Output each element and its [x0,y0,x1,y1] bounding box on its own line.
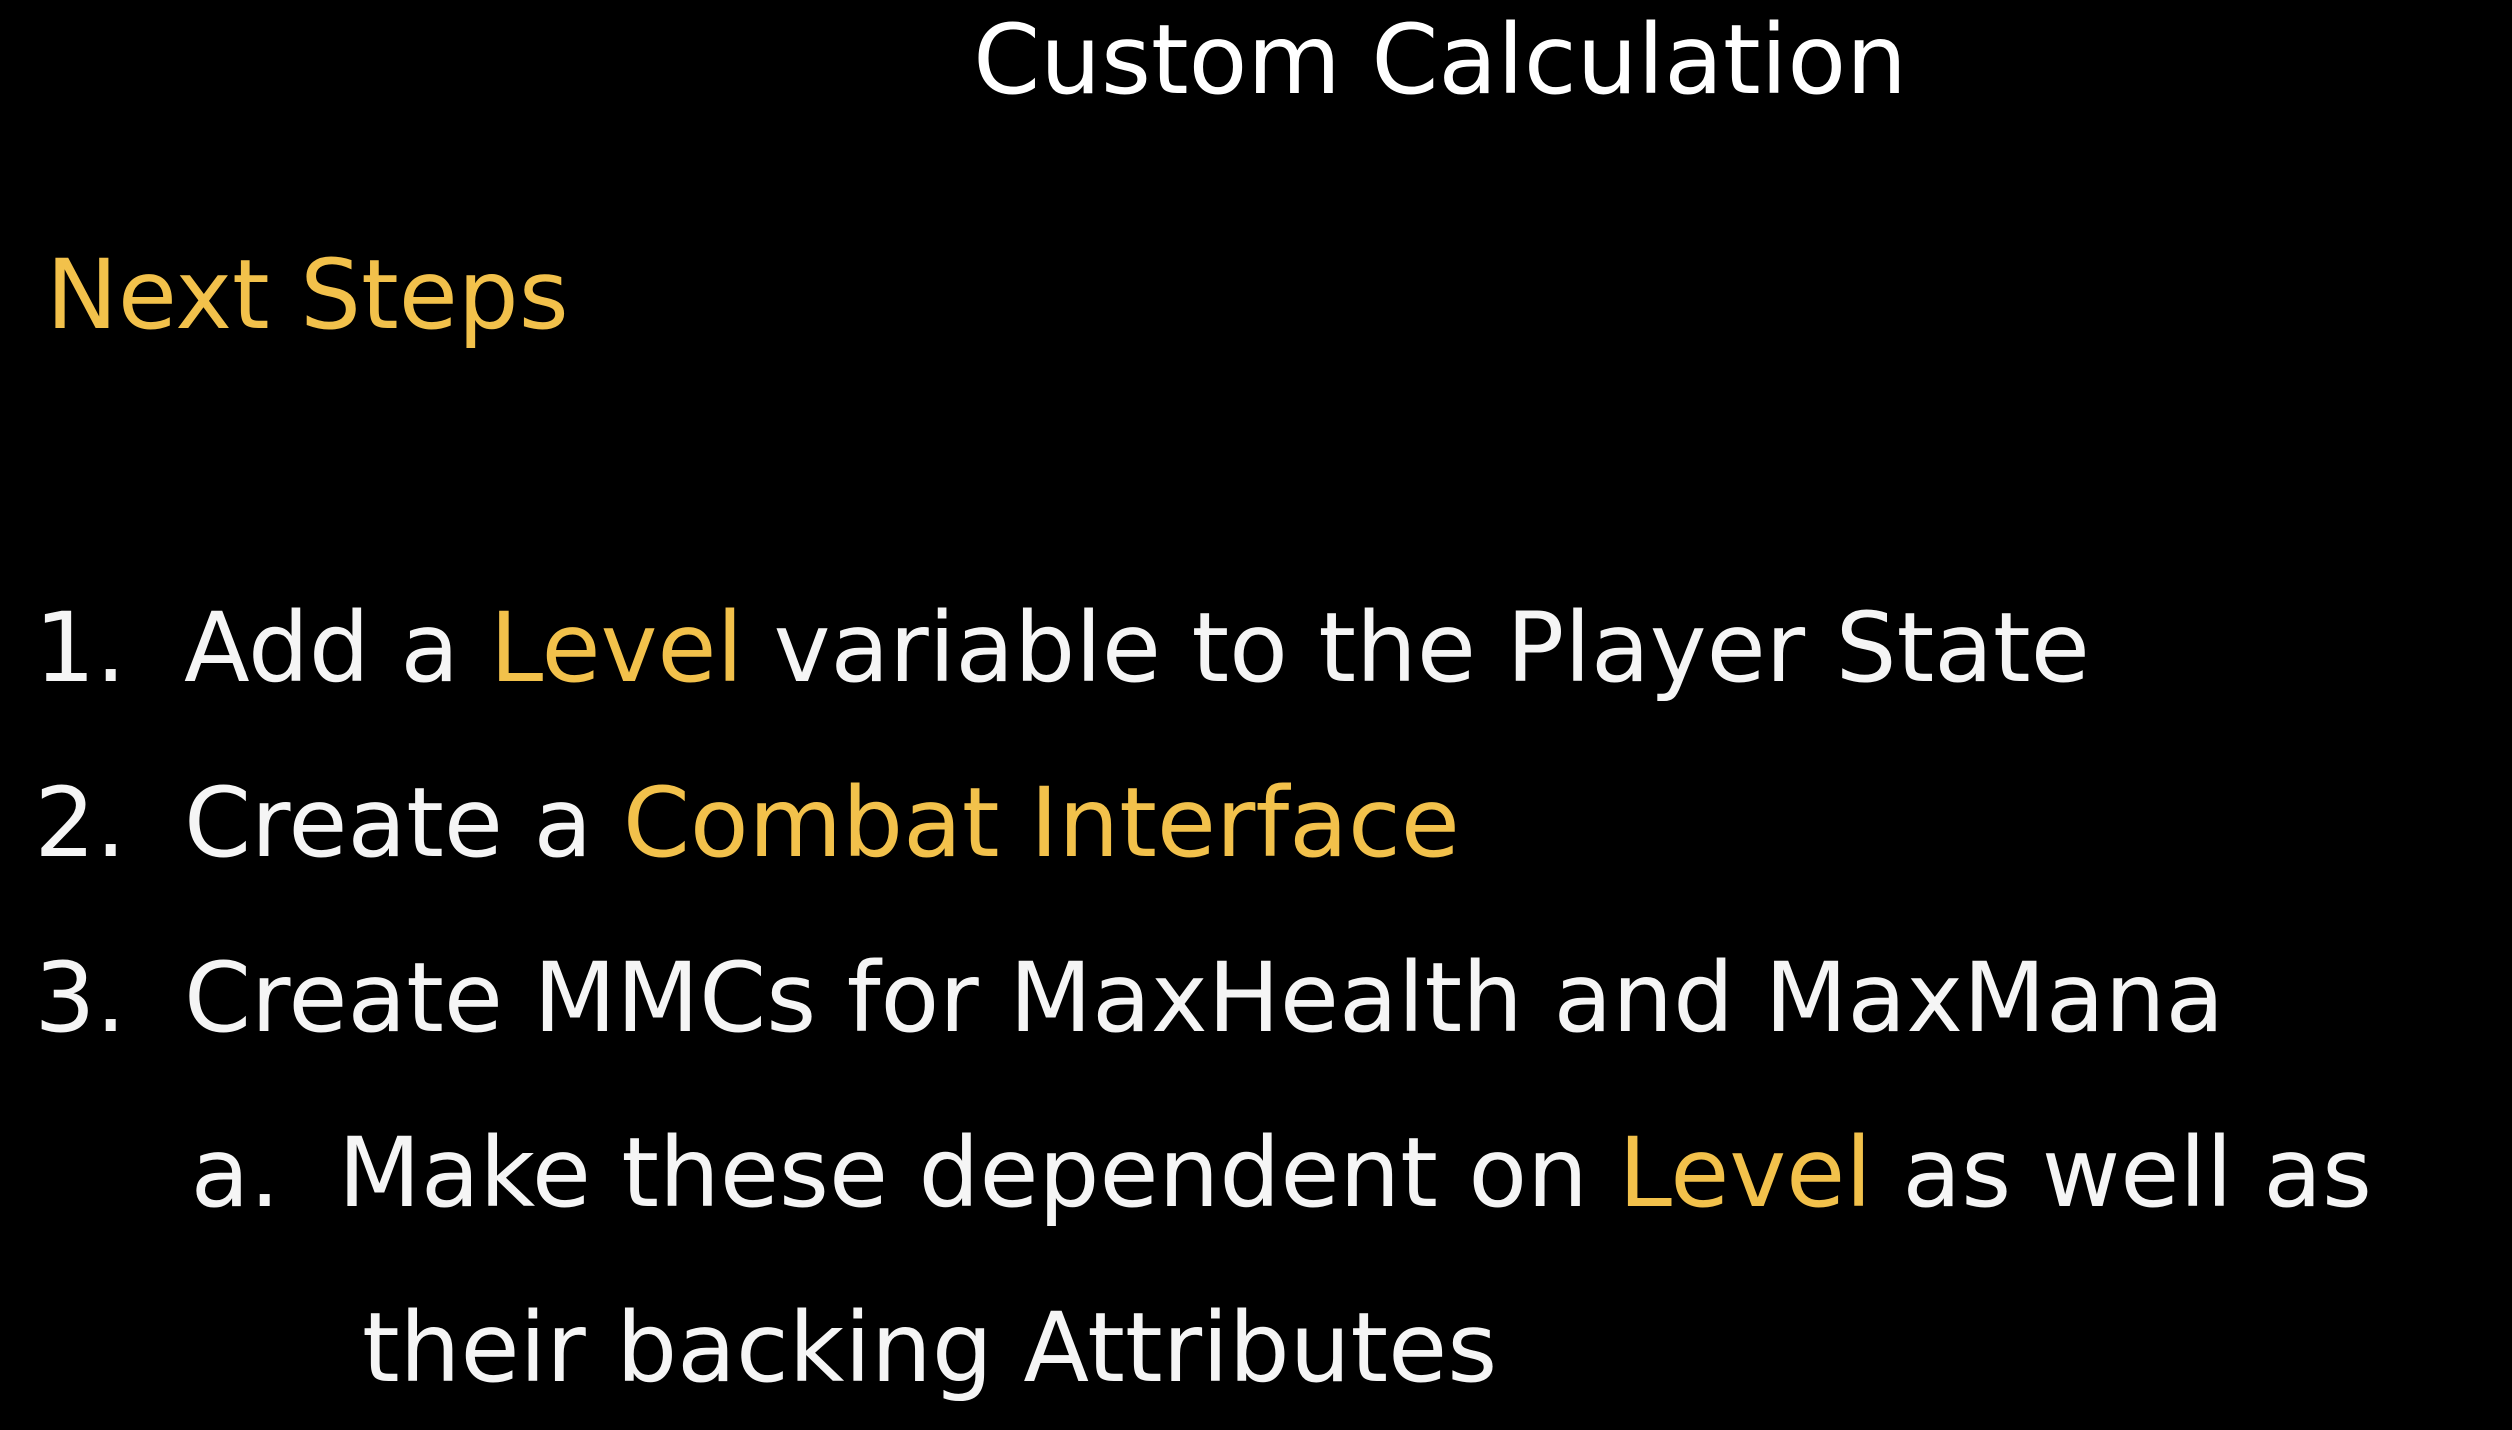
step-number: 1. [34,592,126,704]
step-text: Create MMCs for MaxHealth and MaxMana [184,938,2224,1058]
substep-letter: a. [190,1117,280,1229]
section-heading: Next Steps [46,239,569,351]
step-text: Create a Combat Interface [184,763,1460,883]
highlight-level: Level [1618,1117,1872,1229]
substep-a-continuation: their backing Attributes [362,1292,1498,1404]
slide: Custom Calculation Next Steps 1. Add a L… [0,0,2512,1430]
step-text-part: variable to the Player State [743,592,2090,704]
slide-title: Custom Calculation [973,4,1907,116]
step-number: 3. [34,942,126,1054]
highlight-combat-interface: Combat Interface [622,767,1460,879]
step-text-part: Create MMCs for MaxHealth and MaxMana [184,942,2225,1054]
highlight-level: Level [489,592,744,704]
step-text-part: Create a [184,767,623,879]
substep-text: Make these dependent on Level as well as [338,1113,2372,1233]
step-text-part: Add a [184,592,490,704]
step-text: Add a Level variable to the Player State [184,588,2090,708]
substep-text-part: Make these dependent on [338,1117,1619,1229]
substep-text-part: as well as [1871,1117,2373,1229]
step-number: 2. [34,767,126,879]
